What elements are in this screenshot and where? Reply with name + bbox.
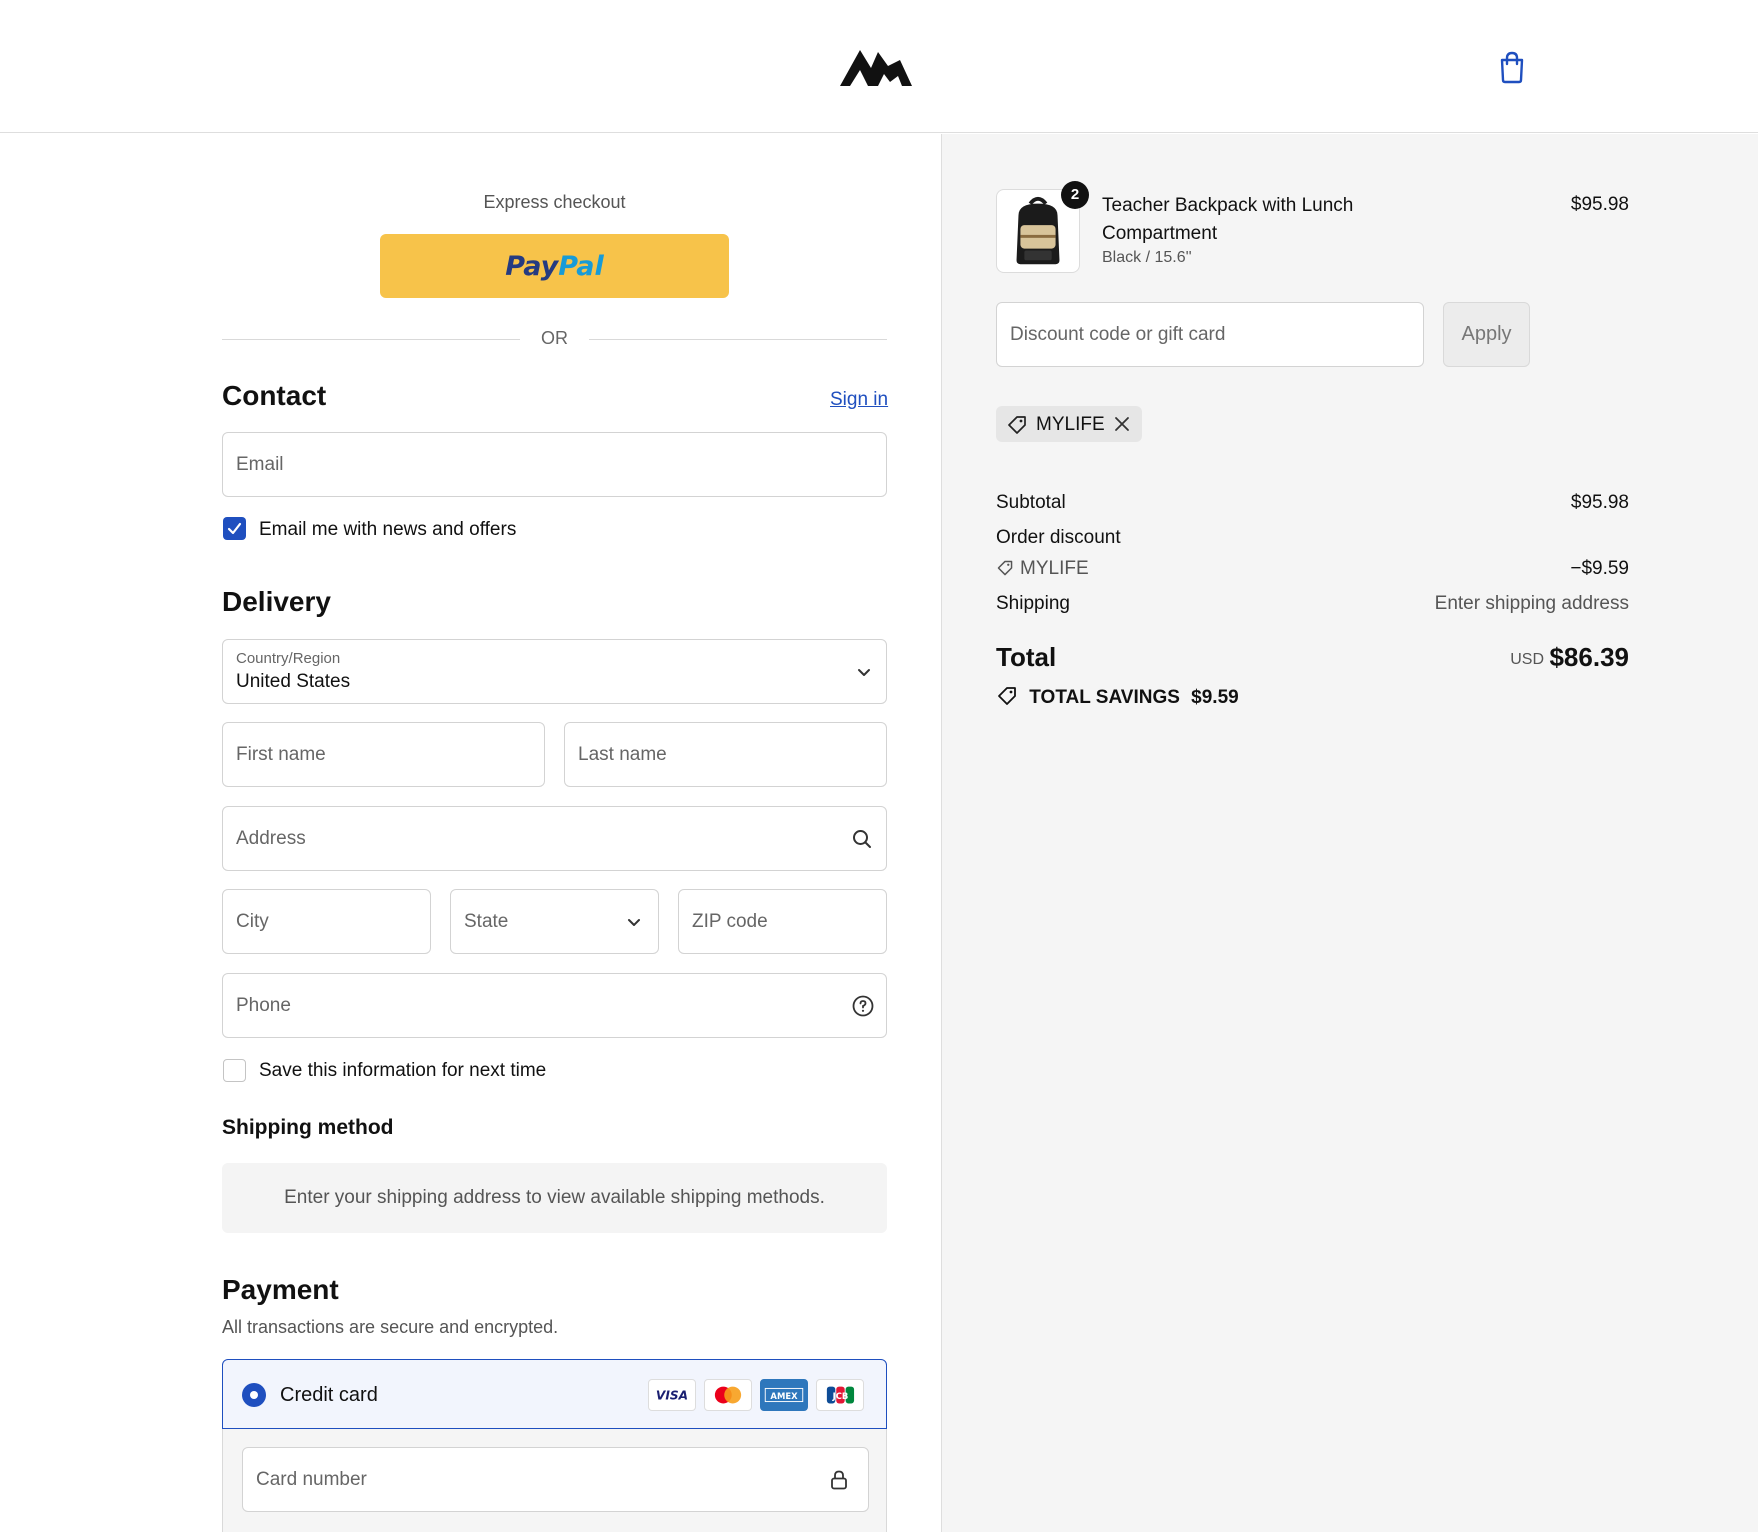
credit-card-form: Card number (222, 1429, 887, 1532)
news-checkbox[interactable] (223, 517, 246, 540)
jcb-card-icon: JCB (816, 1379, 864, 1411)
last-name-field[interactable]: Last name (564, 722, 887, 787)
last-name-placeholder: Last name (578, 744, 667, 765)
chevron-down-icon (858, 669, 870, 676)
address-placeholder: Address (236, 828, 306, 849)
news-checkbox-label: Email me with news and offers (259, 519, 517, 540)
country-label: Country/Region (236, 650, 341, 667)
product-name: Teacher Backpack with Lunch Compartment (1102, 195, 1354, 244)
credit-card-label: Credit card (280, 1384, 378, 1406)
country-select[interactable]: Country/Region United States (222, 639, 887, 704)
zip-code-placeholder: ZIP code (692, 911, 768, 932)
checkout-form-column: Express checkout Pay Pal OR Contact Sign … (0, 134, 941, 1532)
country-value: United States (236, 671, 351, 692)
email-placeholder: Email (236, 454, 284, 475)
or-label: OR (541, 328, 568, 348)
tag-icon (1008, 416, 1026, 434)
mastercard-icon (704, 1379, 752, 1411)
order-discount-label: Order discount (996, 527, 1121, 548)
credit-card-option[interactable]: Credit card VISA AMEX JCB (222, 1359, 887, 1429)
order-summary-column: 2 Teacher Backpack with Lunch Compartmen… (941, 134, 1758, 1532)
shipping-label: Shipping (996, 593, 1070, 614)
phone-field[interactable]: Phone (222, 973, 887, 1038)
tag-icon (997, 560, 1013, 576)
site-header (0, 0, 1758, 133)
svg-text:JCB: JCB (832, 1391, 849, 1401)
svg-text:AMEX: AMEX (770, 1391, 798, 1401)
subtotal-value: $95.98 (1570, 492, 1629, 513)
express-checkout-label: Express checkout (483, 192, 626, 212)
total-savings-value: $9.59 (1191, 687, 1239, 708)
total-value: $86.39 (1549, 642, 1629, 672)
card-number-placeholder: Card number (256, 1469, 367, 1490)
or-divider: OR (222, 326, 887, 352)
discount-code-label: MYLIFE (1020, 558, 1089, 579)
payment-subtitle: All transactions are secure and encrypte… (222, 1317, 559, 1337)
paypal-logo-part2: Pal (558, 250, 604, 282)
shipping-method-message: Enter your shipping address to view avai… (222, 1163, 887, 1233)
city-placeholder: City (236, 911, 269, 932)
save-info-checkbox[interactable] (223, 1059, 246, 1082)
paypal-button[interactable]: Pay Pal (380, 234, 729, 298)
sign-in-link[interactable]: Sign in (830, 389, 888, 411)
chevron-down-icon (628, 919, 640, 926)
total-label: Total (996, 642, 1057, 672)
shipping-method-heading: Shipping method (222, 1116, 394, 1139)
lock-icon (831, 1470, 847, 1490)
total-savings: TOTAL SAVINGS $9.59 (996, 685, 1239, 709)
quantity-badge: 2 (1061, 181, 1089, 209)
discount-code-placeholder: Discount code or gift card (1010, 324, 1226, 345)
total-savings-label: TOTAL SAVINGS (1029, 687, 1180, 708)
email-field[interactable]: Email (222, 432, 887, 497)
applied-discount-code: MYLIFE (1036, 414, 1105, 435)
discount-value: −$9.59 (1570, 558, 1629, 579)
paypal-logo-part1: Pay (505, 250, 559, 282)
help-circle-icon[interactable] (851, 994, 875, 1018)
save-info-label: Save this information for next time (259, 1060, 547, 1081)
checkmark-icon (227, 522, 242, 535)
discount-code-field[interactable]: Discount code or gift card (996, 302, 1424, 367)
payment-heading: Payment (222, 1274, 339, 1305)
shipping-value: Enter shipping address (1434, 593, 1629, 614)
state-select[interactable]: State (450, 889, 659, 954)
remove-discount-icon[interactable] (1112, 414, 1132, 434)
card-number-field[interactable]: Card number (242, 1447, 869, 1512)
applied-discount-chip: MYLIFE (996, 406, 1142, 442)
phone-placeholder: Phone (236, 995, 291, 1016)
credit-card-radio[interactable] (242, 1383, 266, 1407)
shopping-bag-icon[interactable] (1496, 50, 1528, 84)
delivery-heading: Delivery (222, 586, 331, 617)
search-icon (853, 830, 871, 848)
state-placeholder: State (464, 911, 509, 932)
tags-icon (998, 687, 1016, 705)
first-name-placeholder: First name (236, 744, 326, 765)
city-field[interactable]: City (222, 889, 431, 954)
total-currency: USD (1510, 651, 1544, 668)
zip-code-field[interactable]: ZIP code (678, 889, 887, 954)
svg-text:VISA: VISA (656, 1389, 688, 1403)
product-variant: Black / 15.6'' (1102, 249, 1192, 266)
subtotal-label: Subtotal (996, 492, 1066, 513)
product-price: $95.98 (1570, 194, 1629, 215)
apply-discount-button[interactable]: Apply (1443, 302, 1530, 367)
first-name-field[interactable]: First name (222, 722, 545, 787)
address-field[interactable]: Address (222, 806, 887, 871)
mountain-logo[interactable] (840, 46, 912, 88)
visa-card-icon: VISA (648, 1379, 696, 1411)
contact-heading: Contact (222, 380, 327, 411)
amex-card-icon: AMEX (760, 1379, 808, 1411)
